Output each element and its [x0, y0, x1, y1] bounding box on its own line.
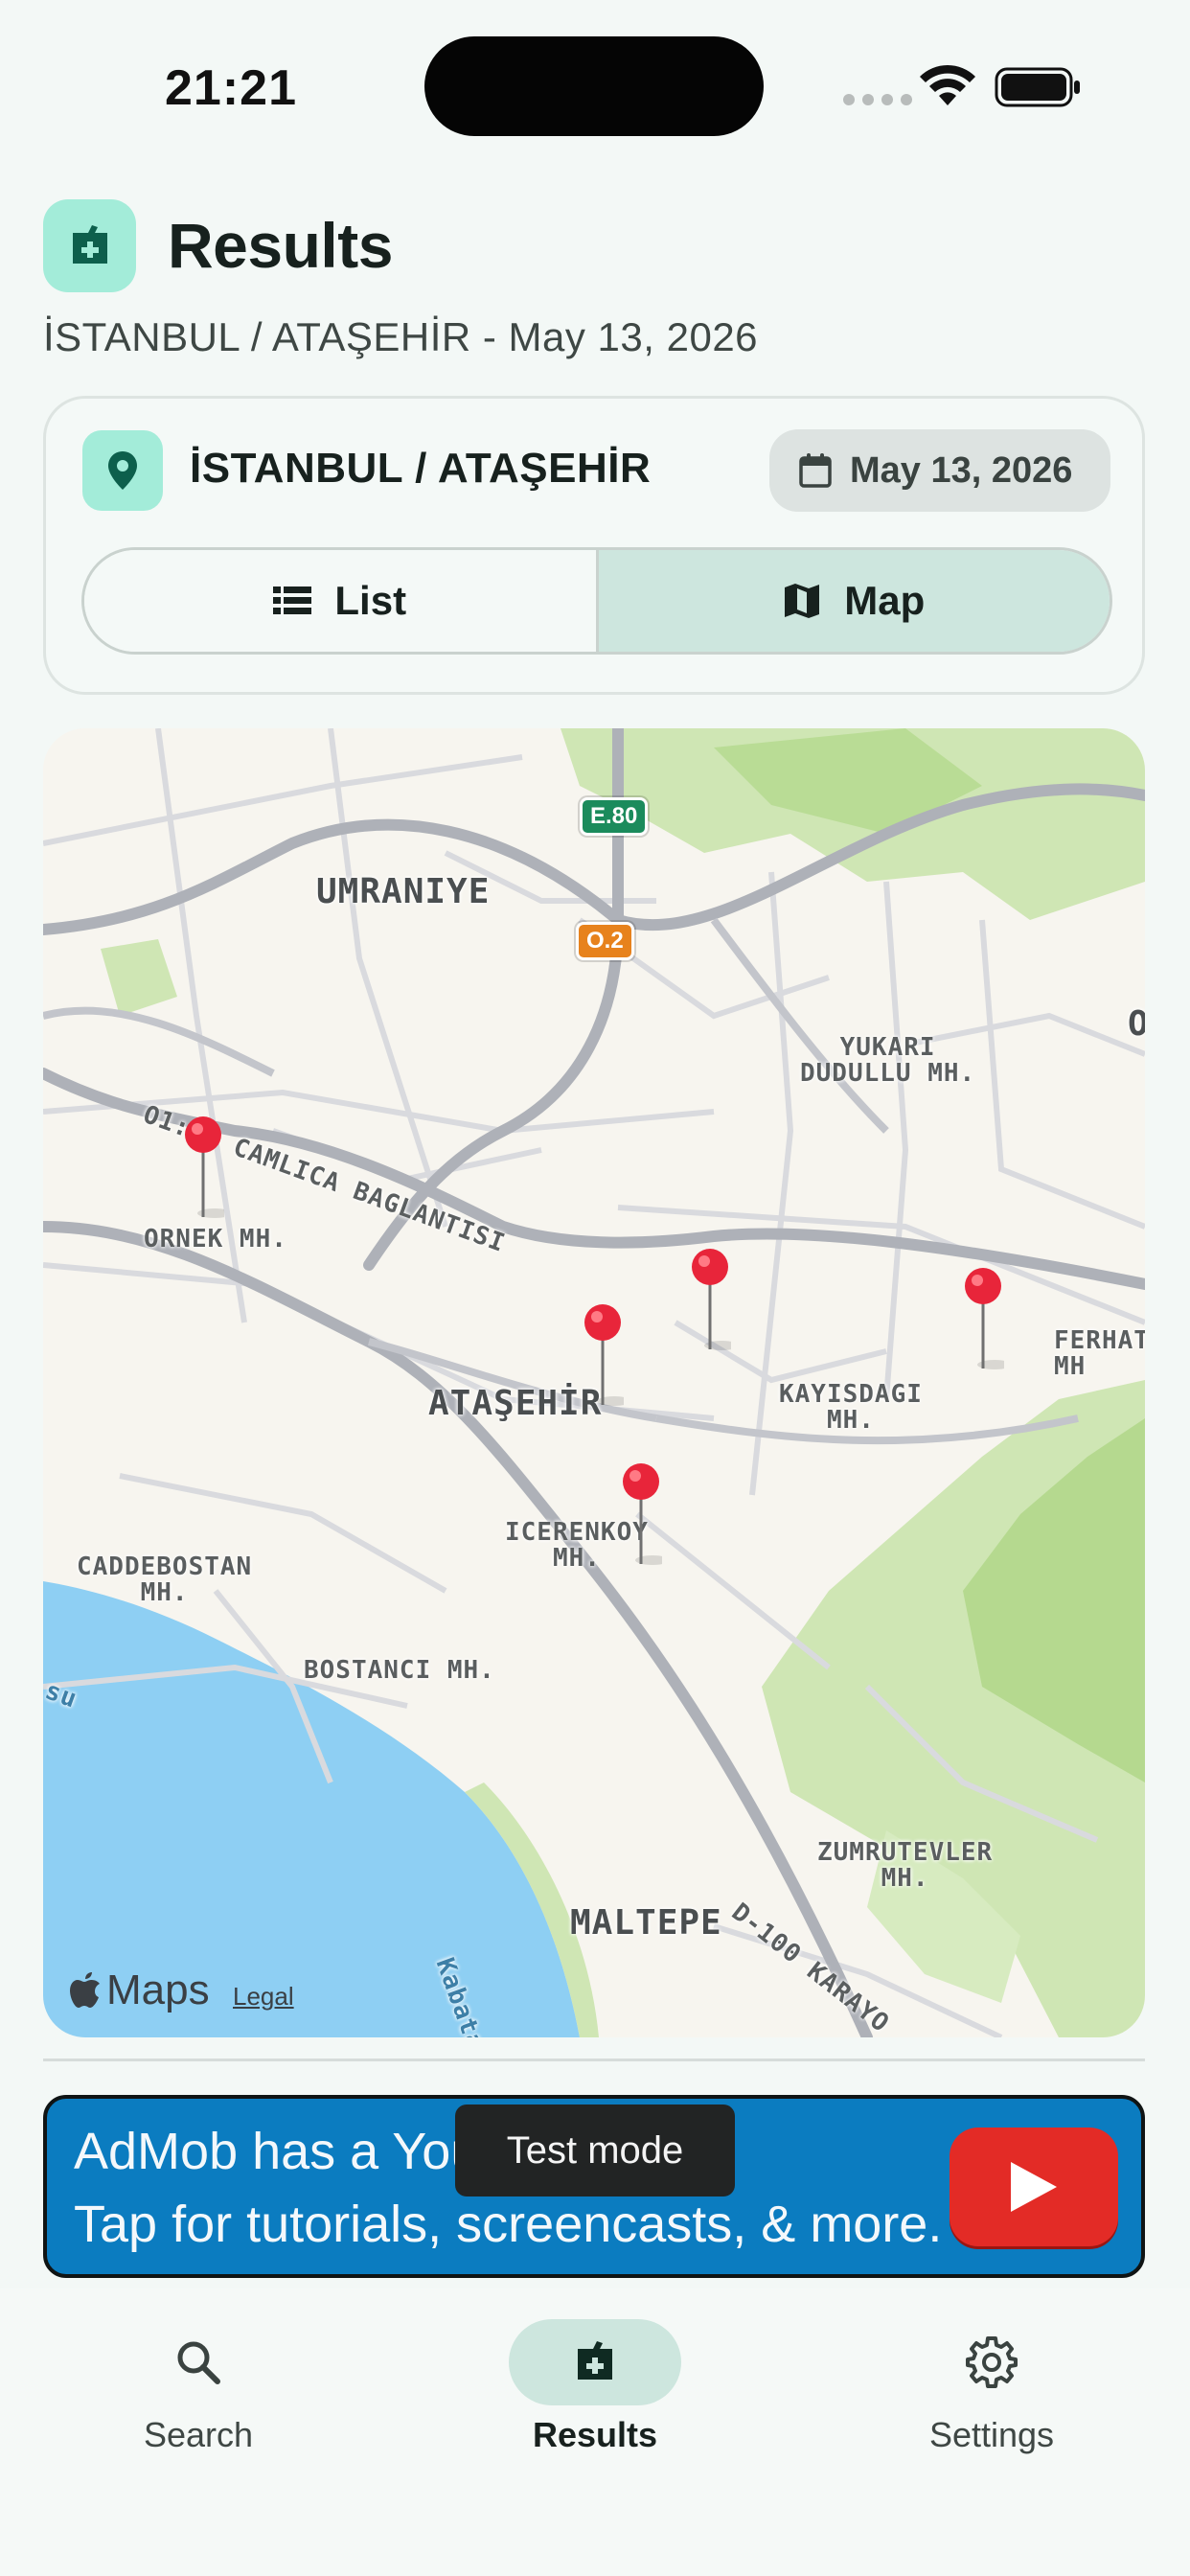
bottom-nav: Search Results Settings — [0, 2288, 1190, 2576]
date-chip[interactable]: May 13, 2026 — [769, 429, 1110, 512]
map-label-edge-o: O — [1128, 1004, 1145, 1044]
divider — [43, 2058, 1145, 2061]
nav-item-search[interactable]: Search — [74, 2319, 323, 2455]
maps-attribution: Maps — [70, 1966, 210, 2014]
map-pin[interactable] — [689, 1246, 731, 1351]
map-label-maltepe: MALTEPE — [570, 1903, 722, 1943]
nav-label-settings: Settings — [928, 2415, 1055, 2454]
youtube-icon — [950, 2128, 1118, 2246]
apple-logo-icon — [70, 1972, 100, 2008]
results-icon — [509, 2319, 681, 2405]
location-pin-icon — [82, 430, 163, 511]
page-title: Results — [168, 210, 393, 281]
map-label-umraniye: UMRANIYE — [316, 872, 491, 911]
status-bar: 21:21 — [0, 0, 1190, 172]
map-pin[interactable] — [620, 1460, 662, 1566]
selected-location[interactable]: İSTANBUL / ATAŞEHİR — [190, 445, 651, 493]
map-pin[interactable] — [582, 1301, 624, 1407]
road-shield-e80: E.80 — [580, 797, 649, 836]
list-view-label: List — [334, 578, 407, 623]
map-label-caddebostan: CADDEBOSTAN MH. — [77, 1552, 253, 1608]
view-toggle: List Map — [81, 547, 1112, 655]
map-view-button[interactable]: Map — [598, 550, 1110, 652]
nav-label-search: Search — [143, 2415, 254, 2454]
nav-label-results: Results — [532, 2415, 658, 2454]
test-mode-badge: Test mode — [455, 2104, 735, 2196]
results-icon — [43, 199, 136, 292]
ad-headline: AdMob has a You — [74, 2123, 480, 2180]
map-pin[interactable] — [962, 1265, 1004, 1370]
date-chip-label: May 13, 2026 — [850, 449, 1073, 491]
results-map[interactable]: UMRANIYE YUKARI DUDULLU MH. O1: 2 CAMLIC… — [43, 728, 1145, 2037]
gear-icon — [905, 2319, 1078, 2405]
maps-legal-link[interactable]: Legal — [233, 1982, 294, 2012]
map-label-ornek: ORNEK MH. — [144, 1225, 287, 1254]
nav-item-results[interactable]: Results — [470, 2319, 720, 2455]
map-label-kayisdagi: KAYISDAGI MH. — [779, 1380, 923, 1436]
page-subtitle: İSTANBUL / ATAŞEHİR - May 13, 2026 — [43, 314, 759, 359]
calendar-icon — [799, 453, 832, 488]
map-label-ferhat: FERHAT MH — [1054, 1326, 1145, 1382]
filter-card: İSTANBUL / ATAŞEHİR May 13, 2026 List Ma… — [43, 396, 1145, 695]
ad-body: Tap for tutorials, screencasts, & more. — [74, 2196, 943, 2253]
list-view-button[interactable]: List — [84, 550, 599, 652]
battery-icon — [995, 67, 1080, 107]
cellular-signal-icon — [843, 94, 912, 105]
maps-brand-label: Maps — [106, 1966, 210, 2013]
wifi-icon — [920, 64, 975, 105]
list-icon — [273, 586, 312, 614]
map-label-yukari-dudullu: YUKARI DUDULLU MH. — [800, 1033, 976, 1089]
road-shield-o2: O.2 — [576, 922, 634, 960]
search-icon — [112, 2319, 285, 2405]
map-label-atasehir: ATAŞEHİR — [428, 1384, 603, 1423]
map-view-label: Map — [844, 578, 926, 623]
map-label-zumrutevler: ZUMRUTEVLER MH. — [817, 1838, 994, 1894]
page-header: Results İSTANBUL / ATAŞEHİR - May 13, 20… — [43, 199, 1145, 381]
nav-item-settings[interactable]: Settings — [867, 2319, 1116, 2455]
status-time: 21:21 — [165, 60, 297, 116]
dynamic-island — [424, 36, 764, 136]
map-pin[interactable] — [182, 1114, 224, 1219]
map-icon — [785, 584, 820, 618]
map-label-bostanci: BOSTANCI MH. — [304, 1656, 495, 1685]
